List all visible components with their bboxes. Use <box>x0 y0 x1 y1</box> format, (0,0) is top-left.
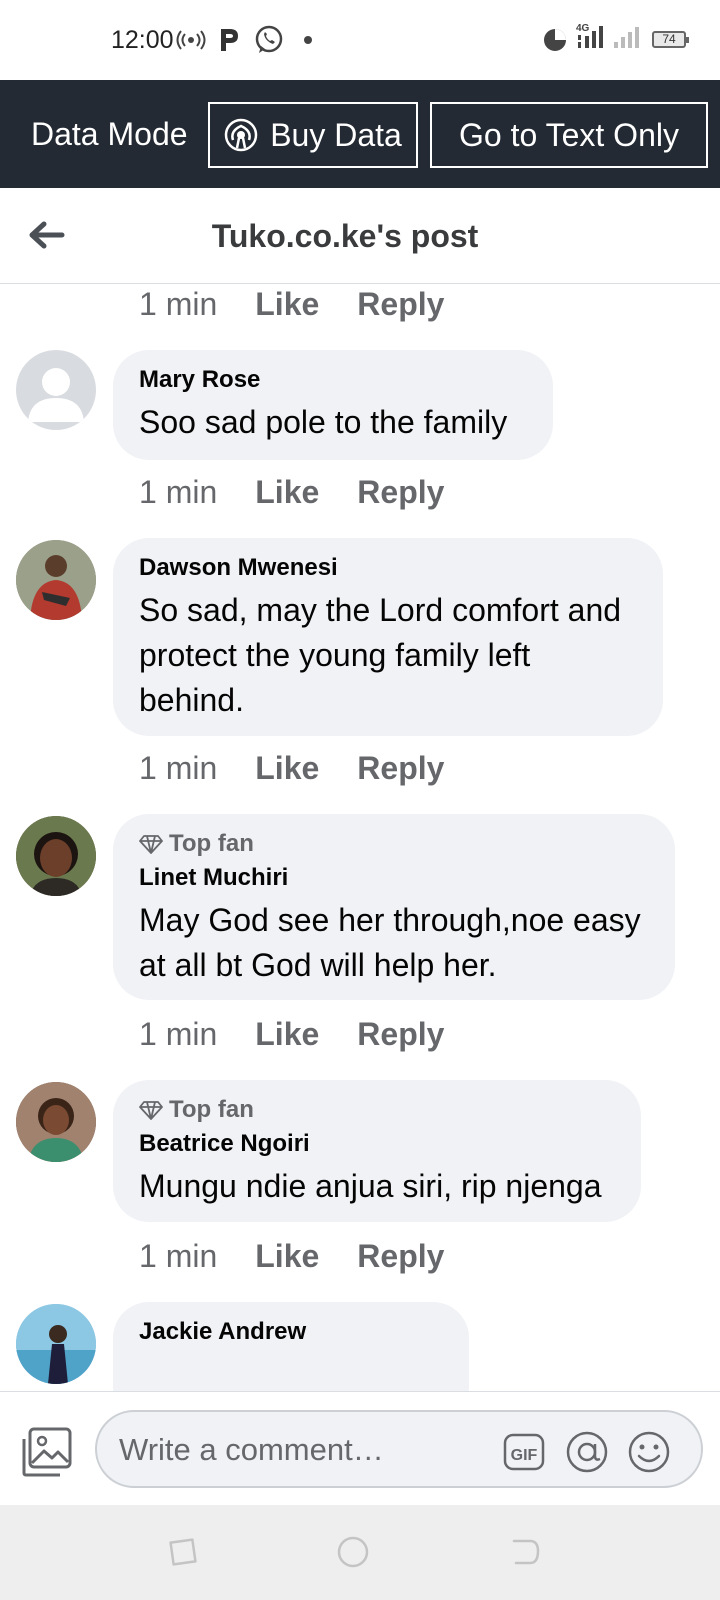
reply-button[interactable]: Reply <box>357 1238 444 1275</box>
comment-text: So sad, may the Lord comfort and protect… <box>139 592 622 718</box>
comment-time: 1 min <box>139 474 218 510</box>
comment-bubble[interactable]: Jackie Andrew <box>113 1302 469 1391</box>
like-button[interactable]: Like <box>255 1238 319 1275</box>
commenter-name[interactable]: Linet Muchiri <box>139 864 649 892</box>
reply-button[interactable]: Reply <box>357 286 444 323</box>
mention-icon[interactable] <box>565 1430 609 1474</box>
like-button[interactable]: Like <box>255 286 319 323</box>
photo-icon[interactable] <box>20 1425 74 1479</box>
data-saver-icon <box>544 29 566 51</box>
commenter-name[interactable]: Dawson Mwenesi <box>139 554 637 582</box>
buy-data-button[interactable]: Buy Data <box>208 102 418 168</box>
comment-time: 1 min <box>139 1238 218 1274</box>
diamond-icon <box>139 1101 163 1120</box>
recent-apps-icon[interactable] <box>166 1535 200 1569</box>
profile-photo <box>16 1082 96 1162</box>
top-fan-badge: Top fan <box>139 1096 615 1124</box>
comment-text: Mungu ndie anjua siri, rip njenga <box>139 1168 602 1204</box>
text-only-button[interactable]: Go to Text Only <box>430 102 708 168</box>
reply-button[interactable]: Reply <box>357 474 444 511</box>
profile-photo <box>16 540 96 620</box>
profile-photo <box>16 1304 96 1384</box>
avatar[interactable] <box>16 1304 96 1384</box>
diamond-icon <box>139 835 163 854</box>
comment-composer: Write a comment… GIF <box>0 1391 720 1505</box>
like-button[interactable]: Like <box>255 474 319 511</box>
battery-icon: 74 <box>652 31 689 48</box>
commenter-name[interactable]: Jackie Andrew <box>139 1318 443 1346</box>
avatar[interactable] <box>16 350 96 430</box>
notification-dot-icon <box>304 36 312 44</box>
comment-actions: 1 min Like Reply <box>139 1238 444 1275</box>
avatar[interactable] <box>16 1082 96 1162</box>
reply-button[interactable]: Reply <box>357 750 444 787</box>
comment-bubble[interactable]: Mary Rose Soo sad pole to the family <box>113 350 553 460</box>
emoji-icon[interactable] <box>627 1430 671 1474</box>
signal-4g-icon: 4G <box>576 23 639 48</box>
reply-button[interactable]: Reply <box>357 1016 444 1053</box>
svg-text:4G: 4G <box>576 23 590 34</box>
profile-photo <box>16 816 96 896</box>
comment-list: 1 min Like Reply Mary Rose Soo sad pole … <box>0 284 720 1391</box>
post-header: Tuko.co.ke's post <box>0 188 720 284</box>
comment-actions: 1 min Like Reply <box>139 286 444 323</box>
top-fan-badge: Top fan <box>139 830 649 858</box>
avatar[interactable] <box>16 540 96 620</box>
like-button[interactable]: Like <box>255 750 319 787</box>
comment-actions: 1 min Like Reply <box>139 1016 444 1053</box>
comment-text: May God see her through,noe easy at all … <box>139 902 641 983</box>
comment-text: Soo sad pole to the family <box>139 404 508 440</box>
comment-actions: 1 min Like Reply <box>139 474 444 511</box>
comment-time: 1 min <box>139 286 218 322</box>
broadcast-icon <box>224 118 258 152</box>
default-avatar-icon <box>28 368 84 422</box>
top-fan-label: Top fan <box>169 1096 254 1123</box>
page-title: Tuko.co.ke's post <box>211 218 479 254</box>
back-nav-icon[interactable] <box>508 1535 542 1569</box>
whatsapp-icon <box>255 25 283 53</box>
comment-placeholder: Write a comment… <box>119 1432 384 1467</box>
data-mode-label: Data Mode <box>31 116 188 152</box>
gif-icon[interactable]: GIF <box>502 1430 546 1474</box>
comment-bubble[interactable]: Top fan Beatrice Ngoiri Mungu ndie anjua… <box>113 1080 641 1222</box>
commenter-name[interactable]: Mary Rose <box>139 366 527 394</box>
text-only-label: Go to Text Only <box>459 116 679 153</box>
buy-data-label: Buy Data <box>270 116 402 153</box>
comment-time: 1 min <box>139 750 218 786</box>
parking-app-icon <box>221 29 238 51</box>
avatar[interactable] <box>16 816 96 896</box>
comment-time: 1 min <box>139 1016 218 1052</box>
like-button[interactable]: Like <box>255 1016 319 1053</box>
comment-bubble[interactable]: Top fan Linet Muchiri May God see her th… <box>113 814 675 1000</box>
status-time: 12:00 <box>111 26 174 54</box>
hotspot-icon <box>176 30 206 50</box>
status-bar: 12:00 4G 74 <box>0 0 720 80</box>
commenter-name[interactable]: Beatrice Ngoiri <box>139 1130 615 1158</box>
comment-input[interactable]: Write a comment… GIF <box>95 1410 703 1488</box>
top-fan-label: Top fan <box>169 830 254 857</box>
home-icon[interactable] <box>336 1535 370 1569</box>
comment-bubble[interactable]: Dawson Mwenesi So sad, may the Lord comf… <box>113 538 663 736</box>
gif-label: GIF <box>511 1447 538 1464</box>
data-mode-bar: Data Mode Buy Data Go to Text Only <box>0 80 720 188</box>
comment-actions: 1 min Like Reply <box>139 750 444 787</box>
system-nav-bar <box>0 1505 720 1600</box>
